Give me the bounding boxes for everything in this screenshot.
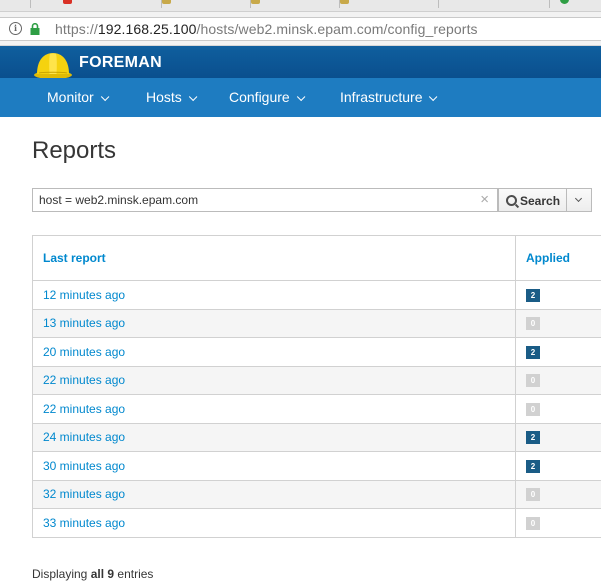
applied-count-badge: 2 (526, 346, 540, 359)
chevron-down-icon (297, 93, 305, 101)
column-header-applied[interactable]: Applied (516, 236, 601, 281)
tab-favicon-icon (340, 0, 349, 4)
report-link[interactable]: 30 minutes ago (33, 459, 125, 473)
applied-count-badge: 0 (526, 374, 540, 387)
search-button[interactable]: Search (498, 188, 567, 212)
applied-count-badge: 2 (526, 460, 540, 473)
last-report-cell: 22 minutes ago (33, 366, 516, 395)
report-link[interactable]: 13 minutes ago (33, 316, 125, 330)
search-input[interactable] (39, 192, 469, 208)
nav-label: Infrastructure (340, 89, 422, 105)
table-row: 20 minutes ago 2 (33, 338, 601, 367)
column-header-label: Last report (33, 251, 106, 265)
report-link[interactable]: 12 minutes ago (33, 288, 125, 302)
report-link[interactable]: 24 minutes ago (33, 430, 125, 444)
clear-search-icon[interactable]: × (480, 191, 489, 209)
browser-tab[interactable] (340, 0, 439, 8)
table-row: 22 minutes ago 0 (33, 366, 601, 395)
nav-configure[interactable]: Configure (229, 89, 302, 105)
chevron-down-icon (575, 195, 582, 202)
last-report-cell: 12 minutes ago (33, 281, 516, 310)
chevron-down-icon (189, 93, 197, 101)
table-row: 32 minutes ago 0 (33, 480, 601, 509)
browser-tab[interactable] (0, 0, 31, 8)
last-report-cell: 33 minutes ago (33, 509, 516, 538)
table-row: 13 minutes ago 0 (33, 309, 601, 338)
report-link[interactable]: 33 minutes ago (33, 516, 125, 530)
nav-hosts[interactable]: Hosts (146, 89, 194, 105)
column-header-label: Applied (516, 251, 570, 265)
youtube-icon (63, 0, 72, 4)
report-link[interactable]: 32 minutes ago (33, 487, 125, 501)
applied-count-badge: 0 (526, 403, 540, 416)
applied-cell: 2 (516, 281, 601, 310)
last-report-cell: 13 minutes ago (33, 309, 516, 338)
brand-name[interactable]: FOREMAN (79, 54, 162, 72)
page-title: Reports (32, 137, 116, 165)
url-host: 192.168.25.100 (98, 21, 197, 37)
last-report-cell: 24 minutes ago (33, 423, 516, 452)
report-link[interactable]: 22 minutes ago (33, 402, 125, 416)
applied-cell: 0 (516, 309, 601, 338)
browser-address-bar: i https://192.168.25.100/hosts/web2.mins… (0, 12, 601, 46)
browser-tab[interactable] (162, 0, 251, 8)
report-link[interactable]: 20 minutes ago (33, 345, 125, 359)
table-row: 33 minutes ago 0 (33, 509, 601, 538)
applied-cell: 2 (516, 338, 601, 367)
search-field[interactable]: × (32, 188, 498, 212)
tab-favicon-icon (162, 0, 171, 4)
applied-cell: 2 (516, 423, 601, 452)
nav-label: Monitor (47, 89, 94, 105)
report-link[interactable]: 22 minutes ago (33, 373, 125, 387)
browser-tab[interactable] (550, 0, 601, 8)
applied-count-badge: 0 (526, 317, 540, 330)
chevron-down-icon (101, 93, 109, 101)
search-bookmarks-dropdown[interactable] (566, 188, 592, 212)
tab-favicon-icon (251, 0, 260, 4)
lock-icon (30, 23, 40, 35)
table-row: 22 minutes ago 0 (33, 395, 601, 424)
table-row: 30 minutes ago 2 (33, 452, 601, 481)
browser-tab-strip (0, 0, 601, 12)
search-icon (506, 195, 517, 206)
applied-cell: 0 (516, 366, 601, 395)
last-report-cell: 22 minutes ago (33, 395, 516, 424)
last-report-cell: 30 minutes ago (33, 452, 516, 481)
url-field[interactable]: i https://192.168.25.100/hosts/web2.mins… (0, 17, 601, 41)
browser-tab[interactable] (439, 0, 550, 8)
nav-label: Hosts (146, 89, 182, 105)
table-row: 24 minutes ago 2 (33, 423, 601, 452)
tab-favicon-icon (560, 0, 569, 4)
nav-monitor[interactable]: Monitor (47, 89, 106, 105)
last-report-cell: 20 minutes ago (33, 338, 516, 367)
nav-infrastructure[interactable]: Infrastructure (340, 89, 434, 105)
last-report-cell: 32 minutes ago (33, 480, 516, 509)
applied-count-badge: 2 (526, 431, 540, 444)
applied-cell: 2 (516, 452, 601, 481)
url-text[interactable]: https://192.168.25.100/hosts/web2.minsk.… (55, 21, 478, 37)
info-icon[interactable]: i (9, 22, 22, 35)
browser-tab[interactable] (31, 0, 162, 8)
reports-table: Last report Applied 12 minutes ago 2 13 mi… (32, 235, 601, 538)
table-row: 12 minutes ago 2 (33, 281, 601, 310)
table-header-row: Last report Applied (33, 236, 601, 281)
applied-cell: 0 (516, 395, 601, 424)
column-header-last-report[interactable]: Last report (33, 236, 516, 281)
browser-tab[interactable] (251, 0, 340, 8)
search-button-label: Search (520, 194, 560, 208)
applied-cell: 0 (516, 480, 601, 509)
url-protocol: https:// (55, 21, 98, 37)
chevron-down-icon (429, 93, 437, 101)
main-nav: Monitor Hosts Configure Infrastructure (0, 78, 601, 117)
app-header: FOREMAN (0, 46, 601, 78)
url-path: /hosts/web2.minsk.epam.com/config_report… (197, 21, 478, 37)
applied-count-badge: 0 (526, 517, 540, 530)
nav-label: Configure (229, 89, 290, 105)
applied-cell: 0 (516, 509, 601, 538)
foreman-hardhat-logo-icon[interactable] (33, 50, 73, 80)
applied-count-badge: 2 (526, 289, 540, 302)
applied-count-badge: 0 (526, 488, 540, 501)
